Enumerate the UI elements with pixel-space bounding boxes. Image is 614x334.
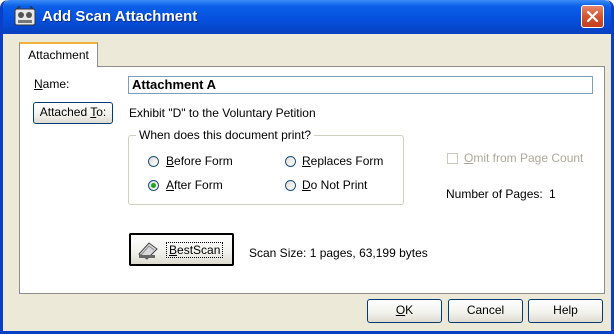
close-icon	[586, 10, 599, 23]
help-button[interactable]: Help	[528, 299, 603, 323]
omit-page-count-label[interactable]: Omit from Page Count	[464, 151, 583, 165]
close-button[interactable]	[581, 5, 604, 28]
omit-page-count-checkbox[interactable]	[447, 153, 458, 164]
number-of-pages-label: Number of Pages:	[446, 187, 543, 201]
name-input[interactable]: Attachment A	[128, 76, 593, 94]
name-label: Name:	[34, 77, 70, 91]
tab-attachment[interactable]: Attachment	[19, 42, 98, 67]
bestscan-button[interactable]: BestScan	[129, 233, 234, 266]
ok-button[interactable]: OK	[367, 299, 442, 323]
before-form-label[interactable]: Before Form	[166, 154, 233, 168]
title-bar[interactable]: Add Scan Attachment	[3, 0, 611, 34]
do-not-print-label[interactable]: Do Not Print	[302, 178, 367, 192]
after-form-radio[interactable]	[148, 180, 159, 191]
replaces-form-label[interactable]: Replaces Form	[302, 154, 383, 168]
print-timing-group	[128, 135, 404, 205]
replaces-form-radio[interactable]	[285, 156, 296, 167]
attached-to-value: Exhibit "D" to the Voluntary Petition	[129, 106, 316, 120]
bestscan-label: BestScan	[166, 242, 224, 258]
after-form-label[interactable]: After Form	[166, 178, 223, 192]
number-of-pages-value: 1	[549, 187, 556, 201]
attached-to-button[interactable]: Attached To:	[33, 102, 113, 124]
print-timing-group-title: When does this document print?	[136, 128, 315, 142]
scan-size-text: Scan Size: 1 pages, 63,199 bytes	[249, 246, 428, 260]
scanner-app-icon	[14, 6, 36, 26]
scanner-icon	[138, 242, 158, 260]
dialog-window: Add Scan Attachment Attachment Name: Att…	[0, 0, 614, 334]
cancel-button[interactable]: Cancel	[448, 299, 523, 323]
window-title: Add Scan Attachment	[42, 8, 198, 25]
before-form-radio[interactable]	[148, 156, 159, 167]
do-not-print-radio[interactable]	[285, 180, 296, 191]
